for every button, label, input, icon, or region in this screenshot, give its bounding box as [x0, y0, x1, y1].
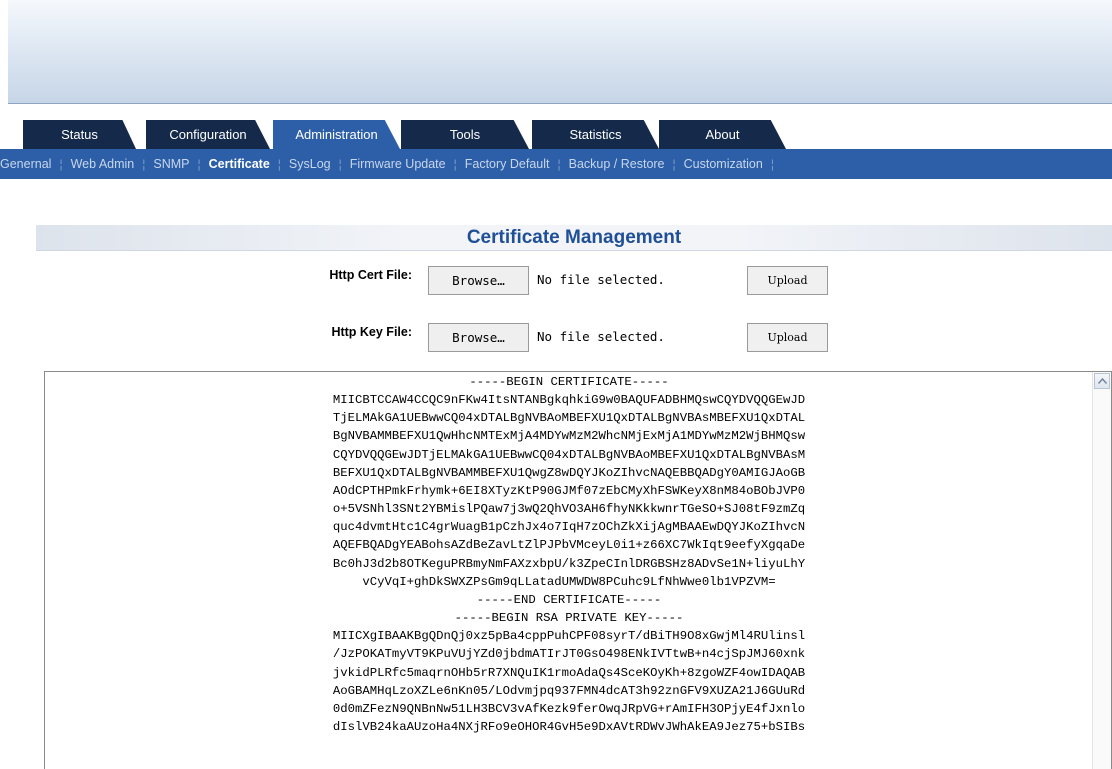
tab-status[interactable]: Status — [23, 120, 136, 149]
tab-configuration[interactable]: Configuration — [146, 120, 270, 149]
subnav-customization[interactable]: Customization — [676, 157, 771, 171]
subnav-backup-restore[interactable]: Backup / Restore — [561, 157, 673, 171]
page-title: Certificate Management — [466, 227, 682, 248]
key-upload-button[interactable]: Upload — [747, 323, 828, 352]
main-tabs: Status Configuration Administration Tool… — [0, 120, 1112, 149]
certificate-line: MIICXgIBAAKBgQDnQj0xz5pBa4cppPuhCPF08syr… — [332, 629, 806, 644]
certificate-line: TjELMAkGA1UEBwwCQ04xDTALBgNVBAoMBEFXU1Qx… — [332, 411, 806, 426]
key-browse-button[interactable]: Browse… — [428, 323, 529, 352]
subnav-web-admin[interactable]: Web Admin — [63, 157, 143, 171]
subnav-separator: ¦ — [770, 157, 774, 171]
subnav-syslog[interactable]: SysLog — [281, 157, 339, 171]
cert-browse-button[interactable]: Browse… — [428, 266, 529, 295]
certificate-line: dIslVB24kaAUzoHa4NXjRFo9eOHOR4GvH5e9DxAV… — [332, 719, 806, 734]
title-underline — [36, 250, 1112, 251]
title-bar: Certificate Management — [36, 225, 1112, 251]
certificate-line: CQYDVQQGEwJDTjELMAkGA1UEBwwCQ04xDTALBgNV… — [332, 447, 806, 462]
certificate-line: AQEFBQADgYEABohsAZdBeZavLtZlPJPbVMceyL0i… — [332, 538, 806, 553]
certificate-line: vCyVqI+ghDkSWXZPsGm9qLLatadUMWDW8PCuhc9L… — [362, 574, 776, 589]
certificate-line: BEFXU1QxDTALBgNVBAMMBEFXU1QwgZ8wDQYJKoZI… — [332, 465, 806, 480]
tab-statistics[interactable]: Statistics — [532, 120, 659, 149]
vertical-scrollbar[interactable] — [1092, 372, 1111, 769]
subnav-firmware-update[interactable]: Firmware Update — [342, 157, 454, 171]
cert-upload-button[interactable]: Upload — [747, 266, 828, 295]
scroll-up-arrow-icon[interactable] — [1094, 373, 1110, 389]
cert-file-label: Http Cert File: — [329, 268, 412, 282]
subnav-general[interactable]: Genernal — [0, 157, 59, 171]
certificate-line: AoGBAMHqLzoXZLe6nKn05/LOdvmjpq937FMN4dcA… — [332, 683, 806, 698]
key-file-status: No file selected. — [537, 329, 665, 344]
tab-administration[interactable]: Administration — [273, 120, 400, 149]
certificate-line: 0d0mZFezN9QNBnNw51LH3BCV3vAfKezk9ferOwqJ… — [332, 701, 806, 716]
subnav-snmp[interactable]: SNMP — [145, 157, 197, 171]
certificate-line: quc4dvmtHtc1C4grWuagB1pCzhJx4o7IqH7zOChZ… — [332, 520, 806, 535]
header-banner — [8, 0, 1112, 104]
certificate-line: -----BEGIN CERTIFICATE----- — [469, 375, 669, 389]
subnav-certificate[interactable]: Certificate — [201, 157, 278, 171]
tab-about[interactable]: About — [659, 120, 786, 149]
certificate-line: /JzPOKATmyVT9KPuVUjYZd0jbdmATIrJT0GsO498… — [332, 647, 806, 662]
tab-tools[interactable]: Tools — [401, 120, 529, 149]
certificate-textarea[interactable]: -----BEGIN CERTIFICATE----- MIICBTCCAW4CC… — [44, 371, 1112, 769]
sub-navigation: Genernal ¦ Web Admin ¦ SNMP ¦ Certificat… — [0, 149, 1112, 179]
certificate-line: Bc0hJ3d2b8OTKeguPRBmyNmFAXzxbpU/k3ZpeCIn… — [332, 556, 806, 571]
certificate-line: AOdCPTHPmkFrhymk+6EI8XTyzKtP90GJMf07zEbC… — [332, 483, 806, 498]
certificate-line: jvkidPLRfc5maqrnOHb5rR7XNQuIK1rmoAdaQs4S… — [332, 665, 806, 680]
certificate-content: -----BEGIN CERTIFICATE----- MIICBTCCAW4CC… — [45, 373, 1093, 736]
subnav-factory-default[interactable]: Factory Default — [457, 157, 558, 171]
certificate-line: -----BEGIN RSA PRIVATE KEY----- — [454, 611, 684, 626]
cert-file-status: No file selected. — [537, 272, 665, 287]
certificate-line: -----END CERTIFICATE----- — [476, 592, 662, 607]
certificate-line: BgNVBAMMBEFXU1QwHhcNMTExMjA4MDYwMzM2WhcN… — [332, 429, 806, 444]
certificate-line: MIICBTCCAW4CCQC9nFKw4ItsNTANBgkqhkiG9w0B… — [332, 393, 806, 408]
key-file-label: Http Key File: — [331, 325, 412, 339]
certificate-line: o+5VSNhl3SNt2YBMislPQaw7j3wQ2QhVO3AH6fhy… — [332, 502, 806, 517]
